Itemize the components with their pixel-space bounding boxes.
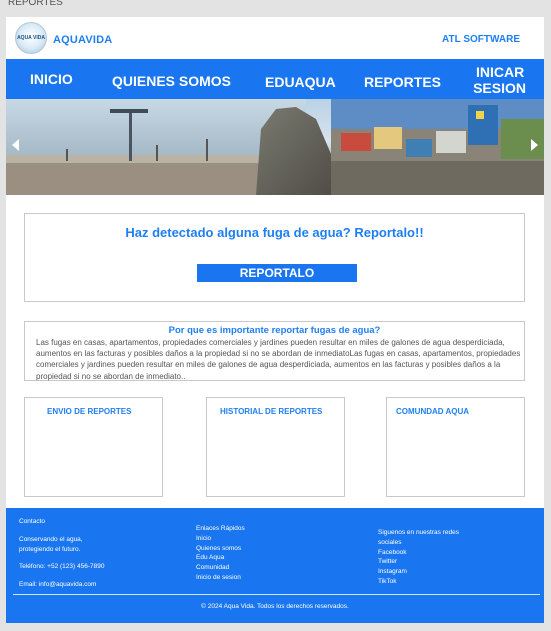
nav-quienes-somos[interactable]: QUIENES SOMOS xyxy=(112,73,231,89)
nav-inicio[interactable]: INICIO xyxy=(30,71,73,87)
footer: Contacto Conservando el agua, protegiend… xyxy=(6,508,544,623)
footer-phone: Teléfono: +52 (123) 456-7890 xyxy=(19,563,105,571)
footer-link-edu-aqua[interactable]: Edu Aqua xyxy=(196,553,245,563)
card-comunidad-aqua[interactable]: COMUNDAD AQUA xyxy=(386,397,525,497)
chevron-left-icon[interactable] xyxy=(12,139,19,151)
importance-text: Las fugas en casas, apartamentos, propie… xyxy=(36,338,521,381)
footer-link-quienes-somos[interactable]: Quienes somos xyxy=(196,544,245,554)
hero-carousel xyxy=(6,99,544,195)
footer-social: Siguenos en nuestras redes sociales Face… xyxy=(378,528,459,587)
footer-link-inicio[interactable]: Inicio xyxy=(196,534,245,544)
card-title: ENVIO DE REPORTES xyxy=(47,407,132,416)
brand-name[interactable]: AQUAVIDA xyxy=(53,34,112,46)
report-panel: Haz detectado alguna fuga de agua? Repor… xyxy=(24,213,525,302)
footer-social-twitter[interactable]: Twitter xyxy=(378,557,459,567)
card-title: COMUNDAD AQUA xyxy=(396,407,470,416)
logo-text: AQUA VIDA xyxy=(17,34,45,41)
nav-eduaqua[interactable]: EDUAQUA xyxy=(265,74,336,90)
footer-spacer xyxy=(19,527,104,535)
footer-email[interactable]: Email: info@aquavida.com xyxy=(19,580,104,590)
footer-tagline-2: protegiendo el futuro. xyxy=(19,545,81,553)
nav-iniciar-sesion[interactable]: INICAR SESION xyxy=(470,64,526,96)
footer-link-comunidad[interactable]: Comunidad xyxy=(196,563,245,573)
nav-iniciar-line2: SESION xyxy=(473,80,526,96)
footer-social-tiktok[interactable]: TikTok xyxy=(378,577,459,587)
logo[interactable]: AQUA VIDA xyxy=(15,22,47,54)
main-nav: INICIO QUIENES SOMOS EDUAQUA REPORTES IN… xyxy=(6,59,544,99)
importance-title: Por que es importante reportar fugas de … xyxy=(168,325,381,336)
footer-social-title-2: sociales xyxy=(378,538,402,546)
footer-copyright: © 2024 Aqua Vida. Todos los derechos res… xyxy=(201,603,349,610)
footer-divider xyxy=(13,594,540,595)
footer-link-inicio-sesion[interactable]: Inicio de sesion xyxy=(196,573,245,583)
footer-quick-links: Enlaces Rápidos Inicio Quienes somos Edu… xyxy=(196,524,245,583)
hero-image xyxy=(6,99,544,195)
chevron-right-icon[interactable] xyxy=(531,139,538,151)
nav-iniciar-line1: INICAR xyxy=(476,64,525,80)
nav-reportes[interactable]: REPORTES xyxy=(364,74,441,90)
page-frame: AQUA VIDA AQUAVIDA ATL SOFTWARE INICIO Q… xyxy=(6,17,544,623)
card-title: HISTORIAL DE REPORTES xyxy=(220,407,323,416)
footer-contact: Contacto Conservando el agua, protegiend… xyxy=(19,517,104,590)
footer-contact-title: Contacto xyxy=(19,518,46,525)
footer-social-instagram[interactable]: Instagram xyxy=(378,567,459,577)
report-heading: Haz detectado alguna fuga de agua? Repor… xyxy=(125,225,424,240)
footer-tagline-1: Conservando el agua, xyxy=(19,535,83,543)
company-name: ATL SOFTWARE xyxy=(442,34,520,45)
card-historial-reportes[interactable]: HISTORIAL DE REPORTES xyxy=(206,397,345,497)
top-bar: AQUA VIDA AQUAVIDA ATL SOFTWARE xyxy=(6,17,544,59)
footer-spacer xyxy=(19,572,104,580)
footer-social-facebook[interactable]: Facebook xyxy=(378,548,459,558)
card-envio-reportes[interactable]: ENVIO DE REPORTES xyxy=(24,397,163,497)
footer-links-title: Enlaces Rápidos xyxy=(196,525,245,532)
window-title: REPORTES xyxy=(8,0,63,8)
footer-social-title-1: Siguenos en nuestras redes xyxy=(378,529,459,536)
report-button[interactable]: REPORTALO xyxy=(197,264,357,282)
footer-spacer xyxy=(19,554,104,562)
importance-panel: Por que es importante reportar fugas de … xyxy=(24,321,525,381)
